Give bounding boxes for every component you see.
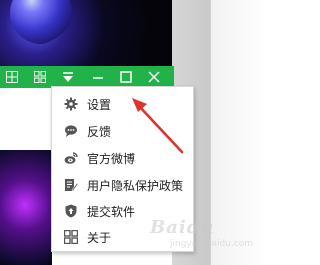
menu-item-label: 用户隐私保护政策 — [87, 178, 184, 193]
maximize-icon[interactable] — [118, 69, 134, 85]
close-icon[interactable] — [146, 69, 162, 85]
weibo-icon — [64, 151, 78, 165]
skin-icon[interactable] — [32, 69, 48, 85]
window-border — [168, 66, 174, 88]
dropdown-triangle-icon[interactable] — [60, 69, 76, 85]
gear-icon — [64, 97, 78, 111]
document-edit-icon — [64, 178, 78, 192]
watermark-subtext: jingyan.baidu.com — [170, 239, 254, 249]
menu-item-label: 提交软件 — [87, 204, 136, 219]
title-bar — [0, 66, 170, 88]
minimize-icon[interactable] — [90, 69, 106, 85]
red-arrow-annotation — [132, 98, 184, 154]
app-grid-icon — [64, 230, 78, 244]
menu-item-privacy-policy[interactable]: 用户隐私保护政策 — [52, 172, 193, 198]
watermark-text: Baidu — [150, 217, 215, 238]
menu-item-label: 关于 — [87, 230, 112, 245]
menu-item-label: 设置 — [87, 97, 112, 112]
menu-item-label: 反馈 — [87, 124, 112, 139]
chat-bubble-icon — [64, 124, 78, 138]
shield-upload-icon — [64, 204, 78, 218]
menu-item-label: 官方微博 — [87, 151, 136, 166]
watermark: Baidu jingyan.baidu.com — [150, 217, 268, 253]
background-art-lower — [0, 150, 52, 265]
grid-icon[interactable] — [4, 69, 20, 85]
